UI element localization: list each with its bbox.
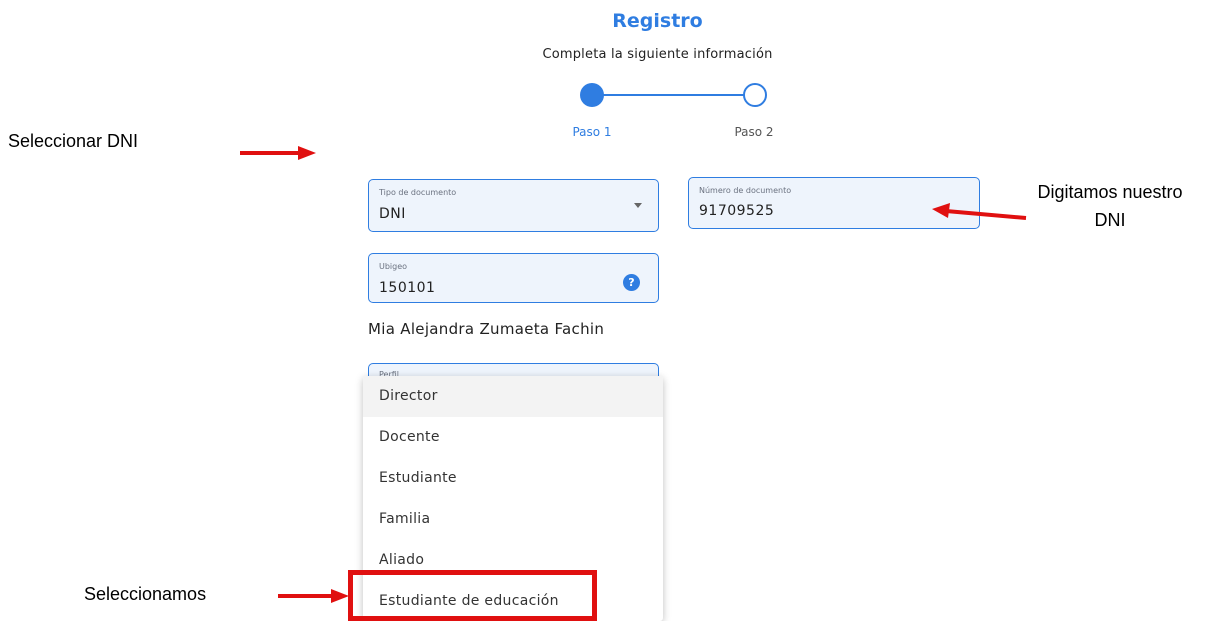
- option-director[interactable]: Director: [363, 376, 663, 417]
- document-type-value: DNI: [379, 206, 406, 222]
- option-docente[interactable]: Docente: [363, 417, 663, 458]
- help-icon[interactable]: ?: [623, 274, 640, 291]
- stepper-connector: [592, 94, 755, 96]
- arrow-left-icon: [932, 203, 1027, 220]
- document-number-label: Número de documento: [699, 186, 792, 195]
- step-1-label: Paso 1: [572, 125, 612, 139]
- ubigeo-value: 150101: [379, 280, 436, 296]
- arrow-select-dni-line: [240, 151, 300, 155]
- page-title: Registro: [612, 10, 703, 32]
- option-familia[interactable]: Familia: [363, 499, 663, 540]
- step-2-label: Paso 2: [734, 125, 774, 139]
- chevron-down-icon: [634, 203, 642, 208]
- arrow-right-icon: [331, 589, 349, 603]
- document-type-label: Tipo de documento: [379, 188, 457, 197]
- ubigeo-field[interactable]: Ubigeo 150101 ?: [368, 253, 659, 303]
- step-2-indicator: [743, 83, 767, 107]
- document-type-select[interactable]: Tipo de documento DNI: [368, 179, 659, 232]
- annotation-select-dni: Seleccionar DNI: [8, 131, 139, 151]
- document-number-value: 91709525: [699, 203, 775, 219]
- step-1-indicator: [580, 83, 604, 107]
- arrow-select-option-line: [278, 594, 333, 598]
- annotation-digit-dni-line2: DNI: [1094, 210, 1126, 230]
- highlight-box: [348, 570, 597, 621]
- page-subtitle: Completa la siguiente información: [542, 47, 773, 62]
- annotation-digit-dni-line1: Digitamos nuestro: [1037, 182, 1183, 202]
- full-name-text: Mia Alejandra Zumaeta Fachin: [368, 320, 605, 338]
- annotation-select-option: Seleccionamos: [84, 584, 207, 604]
- arrow-right-icon: [298, 146, 316, 160]
- option-estudiante[interactable]: Estudiante: [363, 458, 663, 499]
- ubigeo-label: Ubigeo: [379, 262, 408, 271]
